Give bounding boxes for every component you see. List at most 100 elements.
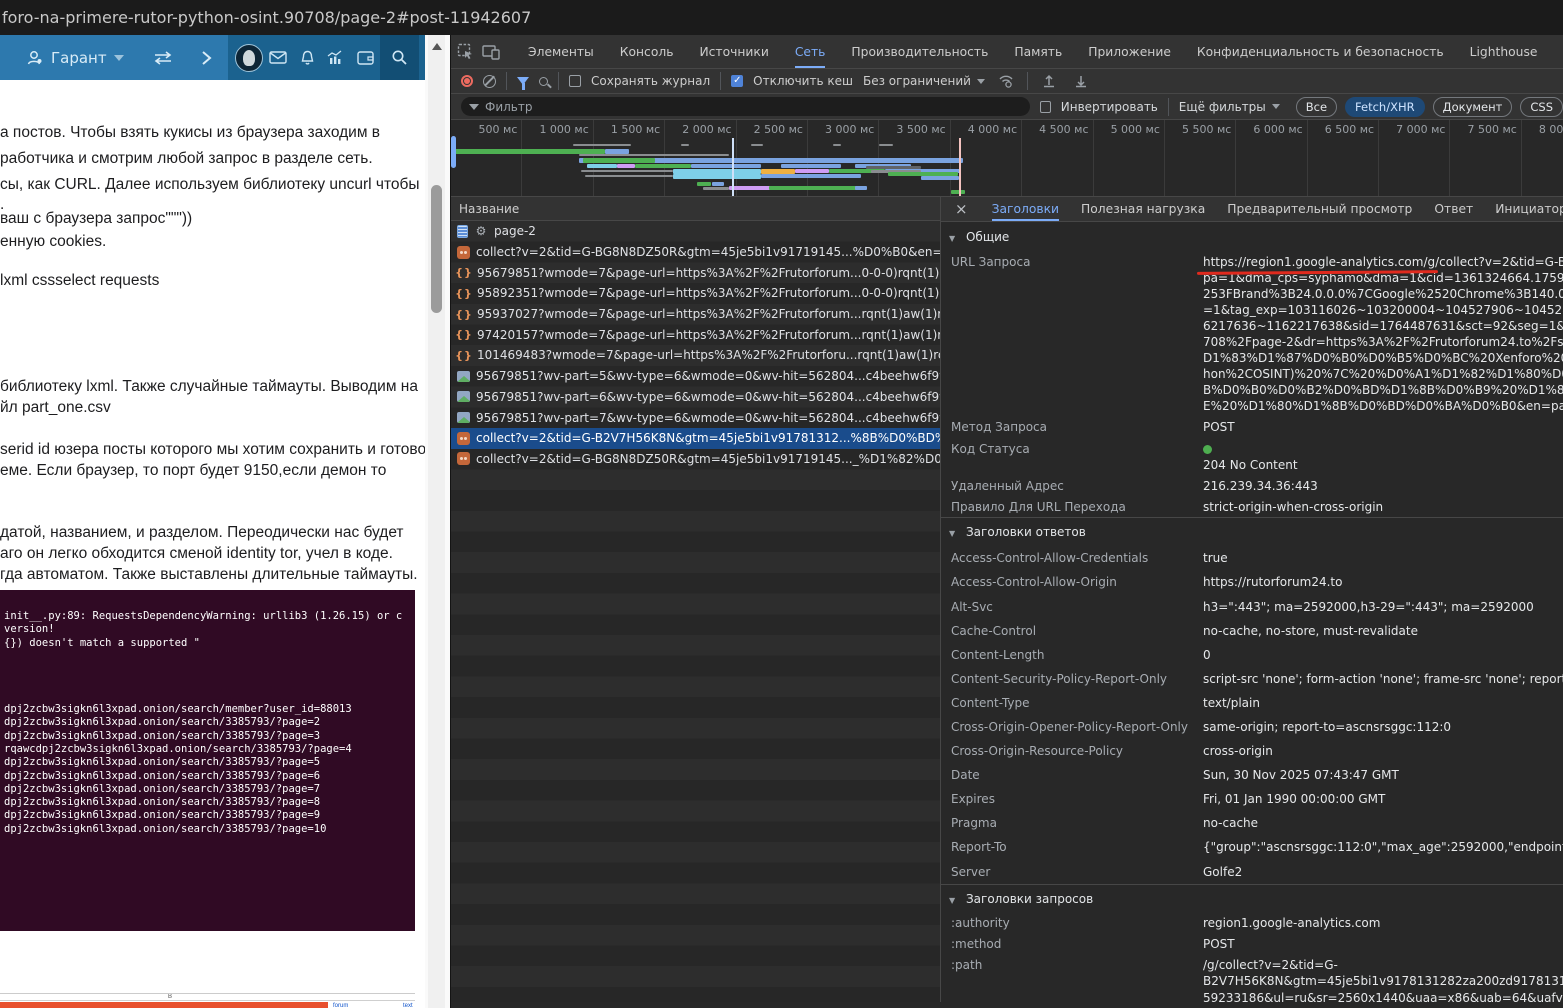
filter-placeholder: Фильтр (485, 100, 532, 114)
more-filters-dropdown[interactable]: Ещё фильтры (1179, 100, 1280, 114)
page-scrollbar[interactable] (425, 35, 450, 1008)
request-row[interactable]: 95679851?wv-part=6&wv-type=6&wmode=0&wv-… (451, 387, 940, 408)
chevron-right-icon[interactable] (200, 50, 212, 66)
request-row[interactable]: 95937027?wmode=7&page-url=https%3A%2F%2F… (451, 304, 940, 325)
request-row[interactable]: collect?v=2&tid=G-B2V7H56K8N&gtm=45je5bi… (451, 428, 940, 449)
page-url-title: foro-na-primere-rutor-python-osint.90708… (2, 8, 531, 27)
waterfall-bar (581, 170, 673, 172)
preserve-log-checkbox[interactable] (569, 75, 581, 87)
waterfall-bar (573, 144, 631, 146)
throttling-dropdown[interactable]: Без ограничений (863, 74, 985, 88)
terminal-line (4, 650, 415, 663)
request-list-column-header[interactable]: Название (451, 197, 940, 221)
terminal-line: dpj2zcbw3sigkn6l3xpad.onion/search/33857… (4, 716, 415, 729)
header-row: Access-Control-Allow-Origin https://ruto… (941, 570, 1563, 594)
devtools-tab[interactable]: Lighthouse (1470, 35, 1538, 68)
details-tab[interactable]: Полезная нагрузка (1081, 197, 1205, 221)
window-title: foro-na-primere-rutor-python-osint.90708… (0, 0, 1563, 35)
header-row: Server Golfe2 (941, 860, 1563, 884)
request-row[interactable]: 101469483?wmode=7&page-url=https%3A%2F%2… (451, 345, 940, 366)
header-row: Date Sun, 30 Nov 2025 07:43:47 GMT (941, 763, 1563, 787)
device-toolbar-icon[interactable] (482, 41, 500, 63)
user-menu[interactable]: Гарант (0, 49, 124, 67)
avatar[interactable] (234, 35, 263, 80)
request-type-pill[interactable]: Все (1296, 97, 1337, 117)
sheet-column-b-label: B (168, 994, 172, 1000)
devtools-tab[interactable]: Элементы (528, 35, 594, 68)
inspect-element-icon[interactable] (457, 41, 474, 63)
post-text-line: еме. Если браузер, то порт будет 9150,ес… (0, 462, 425, 480)
post-text-line: serid id юзера посты которого мы хотим с… (0, 441, 425, 459)
header-value: 0 (1203, 647, 1563, 663)
waterfall-bar (921, 176, 959, 180)
overview-drag-handle[interactable] (451, 136, 456, 168)
request-row[interactable]: 95679851?wv-part=5&wv-type=6&wmode=0&wv-… (451, 366, 940, 387)
network-overview-timeline[interactable]: 500 мс1 000 мс1 500 мс2 000 мс2 500 мс3 … (451, 120, 1563, 197)
details-tab[interactable]: Ответ (1434, 197, 1473, 221)
request-type-pills: Все Fetch/XHR Документ CSS (1296, 97, 1563, 117)
bell-icon[interactable] (292, 35, 321, 80)
header-value: https://region1.google-analytics.com/g/c… (1203, 254, 1563, 415)
request-name: 95679851?wv-part=6&wv-type=6&wmode=0&wv-… (476, 390, 940, 404)
devtools-tab[interactable]: Сеть (795, 35, 826, 68)
network-conditions-icon[interactable] (995, 70, 1017, 92)
waterfall-bar (855, 186, 867, 190)
terminal-line: dpj2zcbw3sigkn6l3xpad.onion/search/33857… (4, 809, 415, 822)
disable-cache-checkbox[interactable] (731, 75, 743, 87)
devtools-tab[interactable]: Консоль (620, 35, 674, 68)
scrollbar-up-arrow-icon[interactable] (432, 43, 442, 50)
scrollbar-thumb[interactable] (431, 185, 442, 313)
clear-network-log-icon[interactable] (483, 75, 496, 88)
request-row[interactable]: page-2 (451, 221, 940, 242)
header-value: region1.google-analytics.com (1203, 915, 1563, 931)
devtools-tab[interactable]: Источники (699, 35, 768, 68)
forum-post-content: а постов. Чтобы взять кукисы из браузера… (0, 80, 425, 1008)
header-name: :method (951, 936, 1203, 952)
request-row[interactable]: 97420157?wmode=7&page-url=https%3A%2F%2F… (451, 324, 940, 345)
details-tab[interactable]: Заголовки (992, 197, 1059, 221)
general-section-header[interactable]: Общие (941, 223, 1563, 251)
filter-icon[interactable] (517, 77, 529, 85)
request-row[interactable]: 95679851?wv-part=7&wv-type=6&wmode=0&wv-… (451, 407, 940, 428)
response-headers-section-header[interactable]: Заголовки ответов (941, 517, 1563, 546)
header-value: strict-origin-when-cross-origin (1203, 499, 1563, 515)
record-network-log-icon[interactable] (461, 75, 473, 87)
header-value: Fri, 01 Jan 1990 00:00:00 GMT (1203, 791, 1563, 807)
request-headers-section-header[interactable]: Заголовки запросов (941, 884, 1563, 913)
request-row[interactable]: collect?v=2&tid=G-BG8N8DZ50R&gtm=45je5bi… (451, 242, 940, 263)
filter-input[interactable]: Фильтр (461, 97, 1030, 116)
devtools-tab[interactable]: Конфиденциальность и безопасность (1197, 35, 1444, 68)
close-icon[interactable]: × (955, 200, 968, 218)
import-har-icon[interactable] (1038, 70, 1060, 92)
search-icon[interactable] (380, 35, 419, 80)
details-tab[interactable]: Предварительный просмотр (1227, 197, 1412, 221)
request-name: collect?v=2&tid=G-B2V7H56K8N&gtm=45je5bi… (476, 431, 940, 445)
request-type-pill[interactable]: CSS (1520, 97, 1563, 117)
request-type-pill[interactable]: Fetch/XHR (1345, 97, 1425, 117)
export-har-icon[interactable] (1070, 70, 1092, 92)
wallet-icon[interactable] (351, 35, 380, 80)
devtools-tab[interactable]: Память (1014, 35, 1062, 68)
search-network-icon[interactable] (539, 77, 548, 86)
swap-arrows-icon[interactable] (152, 50, 174, 66)
request-row[interactable]: 95679851?wmode=7&page-url=https%3A%2F%2F… (451, 262, 940, 283)
post-text-line: библиотеку lxml. Также случайные таймаут… (0, 378, 425, 396)
request-type-pill[interactable]: Документ (1433, 97, 1513, 117)
header-name: :authority (951, 915, 1203, 931)
details-tabbar: × Заголовки Полезная нагрузка Предваритель… (941, 197, 1563, 222)
header-row: Content-Security-Policy-Report-Only scri… (941, 667, 1563, 691)
invert-filter-checkbox[interactable] (1040, 101, 1051, 113)
chart-icon[interactable] (322, 35, 351, 80)
details-tab[interactable]: Инициатор (1495, 197, 1563, 221)
request-name: 95892351?wmode=7&page-url=https%3A%2F%2F… (477, 286, 940, 300)
terminal-line: rqawcdpj2zcbw3sigkn6l3xpad.onion/search/… (4, 743, 415, 756)
terminal-line (4, 676, 415, 689)
devtools-tab[interactable]: Производительность (851, 35, 988, 68)
waterfall-bar (635, 164, 691, 168)
devtools-tab[interactable]: Приложение (1088, 35, 1171, 68)
header-value: no-cache, no-store, must-revalidate (1203, 623, 1563, 639)
request-row[interactable]: collect?v=2&tid=G-BG8N8DZ50R&gtm=45je5bi… (451, 449, 940, 470)
request-row[interactable]: 95892351?wmode=7&page-url=https%3A%2F%2F… (451, 283, 940, 304)
status-green-dot (1203, 445, 1212, 454)
mail-icon[interactable] (263, 35, 292, 80)
